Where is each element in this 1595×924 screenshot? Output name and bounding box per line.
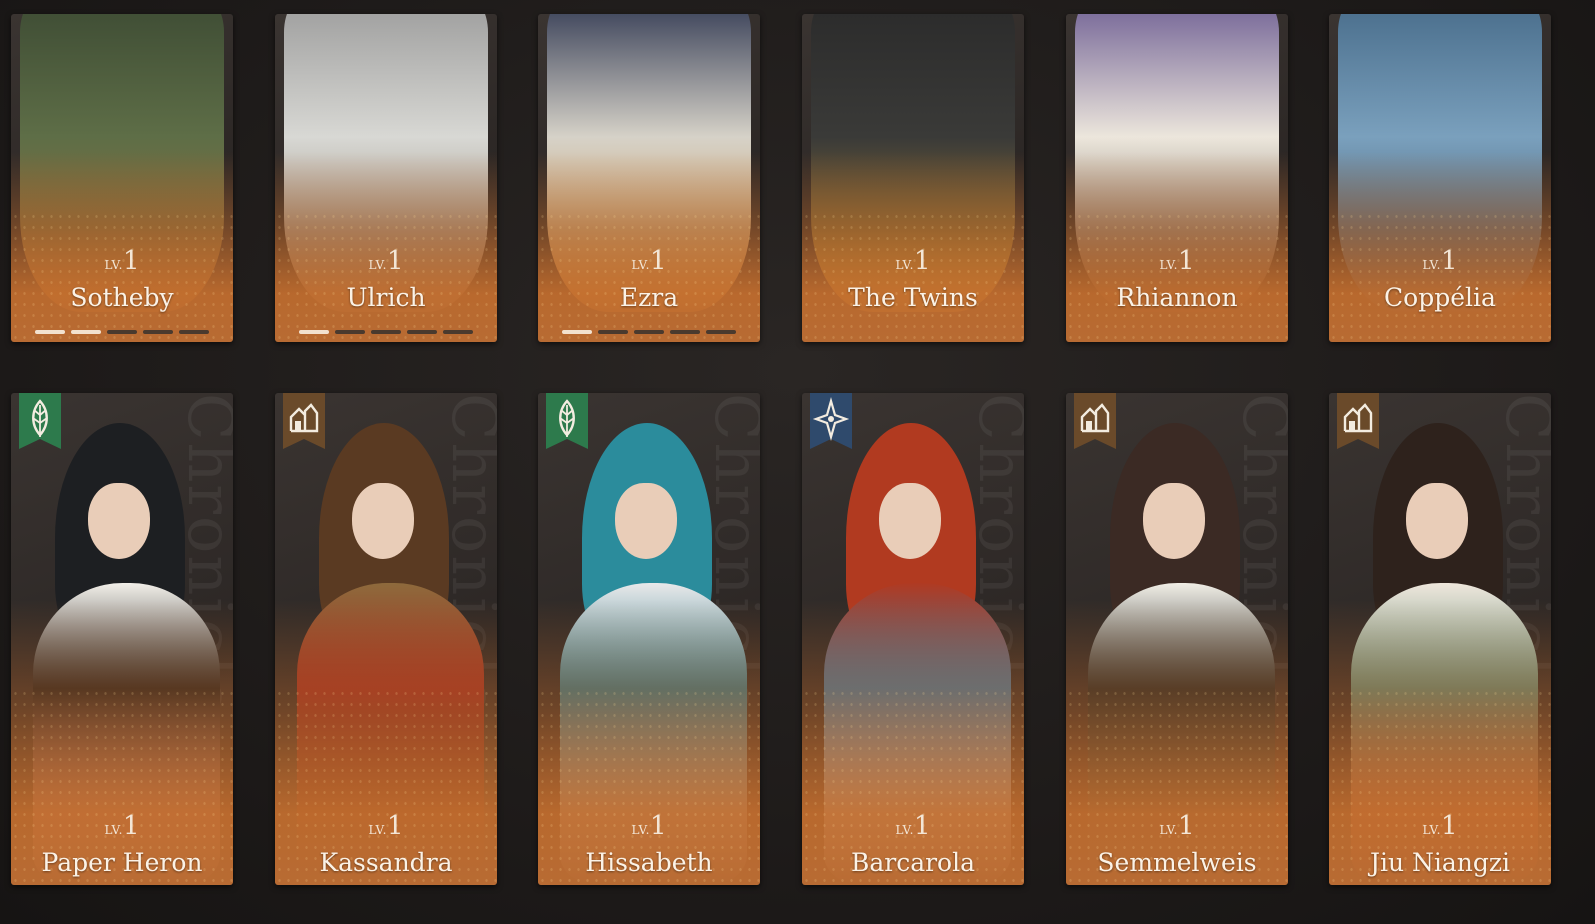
character-level: LV.1 xyxy=(11,246,233,276)
character-name: Rhiannon xyxy=(1116,283,1238,312)
character-face xyxy=(88,483,150,559)
level-number: 1 xyxy=(386,811,404,841)
star-icon xyxy=(810,393,852,449)
ruins-icon xyxy=(1074,393,1116,449)
character-name: Sotheby xyxy=(70,283,174,312)
character-level: LV.1 xyxy=(802,246,1024,276)
character-name: Jiu Niangzi xyxy=(1369,848,1511,877)
character-level: LV.1 xyxy=(1066,246,1288,276)
character-name: Kassandra xyxy=(319,848,453,877)
character-level: LV.1 xyxy=(1329,811,1551,841)
character-card-ezra[interactable]: LV.1 Ezra xyxy=(538,14,760,342)
progress-pip xyxy=(443,330,473,334)
character-card-kassandra[interactable]: Chronicle LV.1 Kassandra xyxy=(275,393,497,885)
character-name: Ulrich xyxy=(346,283,426,312)
progress-pip xyxy=(335,330,365,334)
character-card-barcarola[interactable]: Chronicle LV.1 Barcarola xyxy=(802,393,1024,885)
ruins-icon xyxy=(1337,393,1379,449)
progress-pip xyxy=(634,330,664,334)
leaf-icon xyxy=(19,393,61,449)
level-number: 1 xyxy=(649,811,667,841)
card-sparkle-overlay xyxy=(538,210,760,342)
progress-pip xyxy=(143,330,173,334)
progress-pip xyxy=(407,330,437,334)
ruins-icon xyxy=(283,393,325,449)
character-name: Hissabeth xyxy=(585,848,713,877)
level-number: 1 xyxy=(1440,246,1458,276)
character-name: Semmelweis xyxy=(1097,848,1257,877)
progress-pip xyxy=(562,330,592,334)
progress-pip xyxy=(179,330,209,334)
level-prefix: LV. xyxy=(895,823,914,837)
character-card-rhiannon[interactable]: LV.1 Rhiannon xyxy=(1066,14,1288,342)
character-name: Barcarola xyxy=(850,848,976,877)
level-number: 1 xyxy=(1177,811,1195,841)
level-number: 1 xyxy=(649,246,667,276)
character-face xyxy=(1406,483,1468,559)
character-level: LV.1 xyxy=(538,246,760,276)
awakening-progress xyxy=(538,330,760,334)
level-prefix: LV. xyxy=(1422,823,1441,837)
character-face xyxy=(1143,483,1205,559)
card-sparkle-overlay xyxy=(1329,210,1551,342)
level-prefix: LV. xyxy=(631,258,650,272)
card-sparkle-overlay xyxy=(802,210,1024,342)
character-level: LV.1 xyxy=(802,811,1024,841)
level-prefix: LV. xyxy=(895,258,914,272)
level-prefix: LV. xyxy=(631,823,650,837)
progress-pip xyxy=(371,330,401,334)
level-prefix: LV. xyxy=(1422,258,1441,272)
level-prefix: LV. xyxy=(1159,823,1178,837)
level-prefix: LV. xyxy=(104,258,123,272)
level-number: 1 xyxy=(122,246,140,276)
character-name: Coppélia xyxy=(1384,283,1496,312)
character-name: Paper Heron xyxy=(41,848,203,877)
awakening-progress xyxy=(275,330,497,334)
character-card-ulrich[interactable]: LV.1 Ulrich xyxy=(275,14,497,342)
progress-pip xyxy=(299,330,329,334)
character-grid: LV.1 Sotheby LV.1 Ulrich LV.1 Ezra LV.1 The Twi… xyxy=(0,0,1595,924)
character-face xyxy=(615,483,677,559)
character-level: LV.1 xyxy=(538,811,760,841)
level-number: 1 xyxy=(386,246,404,276)
character-level: LV.1 xyxy=(1066,811,1288,841)
character-level: LV.1 xyxy=(11,811,233,841)
card-sparkle-overlay xyxy=(11,210,233,342)
character-level: LV.1 xyxy=(275,811,497,841)
level-prefix: LV. xyxy=(368,823,387,837)
leaf-icon xyxy=(546,393,588,449)
character-name: Ezra xyxy=(619,283,679,312)
level-prefix: LV. xyxy=(1159,258,1178,272)
level-number: 1 xyxy=(913,246,931,276)
character-card-hissabeth[interactable]: Chronicle LV.1 Hissabeth xyxy=(538,393,760,885)
progress-pip xyxy=(670,330,700,334)
character-card-the-twins[interactable]: LV.1 The Twins xyxy=(802,14,1024,342)
character-face xyxy=(879,483,941,559)
character-card-paper-heron[interactable]: Chronicle LV.1 Paper Heron xyxy=(11,393,233,885)
character-face xyxy=(352,483,414,559)
awakening-progress xyxy=(11,330,233,334)
level-number: 1 xyxy=(913,811,931,841)
level-prefix: LV. xyxy=(368,258,387,272)
progress-pip xyxy=(598,330,628,334)
character-card-jiu-niangzi[interactable]: Chronicle LV.1 Jiu Niangzi xyxy=(1329,393,1551,885)
character-level: LV.1 xyxy=(275,246,497,276)
character-card-sotheby[interactable]: LV.1 Sotheby xyxy=(11,14,233,342)
character-name: The Twins xyxy=(848,283,978,312)
progress-pip xyxy=(107,330,137,334)
character-card-copp-lia[interactable]: LV.1 Coppélia xyxy=(1329,14,1551,342)
level-number: 1 xyxy=(1177,246,1195,276)
progress-pip xyxy=(35,330,65,334)
level-prefix: LV. xyxy=(104,823,123,837)
level-number: 1 xyxy=(1440,811,1458,841)
card-sparkle-overlay xyxy=(275,210,497,342)
card-sparkle-overlay xyxy=(1066,210,1288,342)
character-card-semmelweis[interactable]: Chronicle LV.1 Semmelweis xyxy=(1066,393,1288,885)
character-level: LV.1 xyxy=(1329,246,1551,276)
level-number: 1 xyxy=(122,811,140,841)
progress-pip xyxy=(71,330,101,334)
progress-pip xyxy=(706,330,736,334)
